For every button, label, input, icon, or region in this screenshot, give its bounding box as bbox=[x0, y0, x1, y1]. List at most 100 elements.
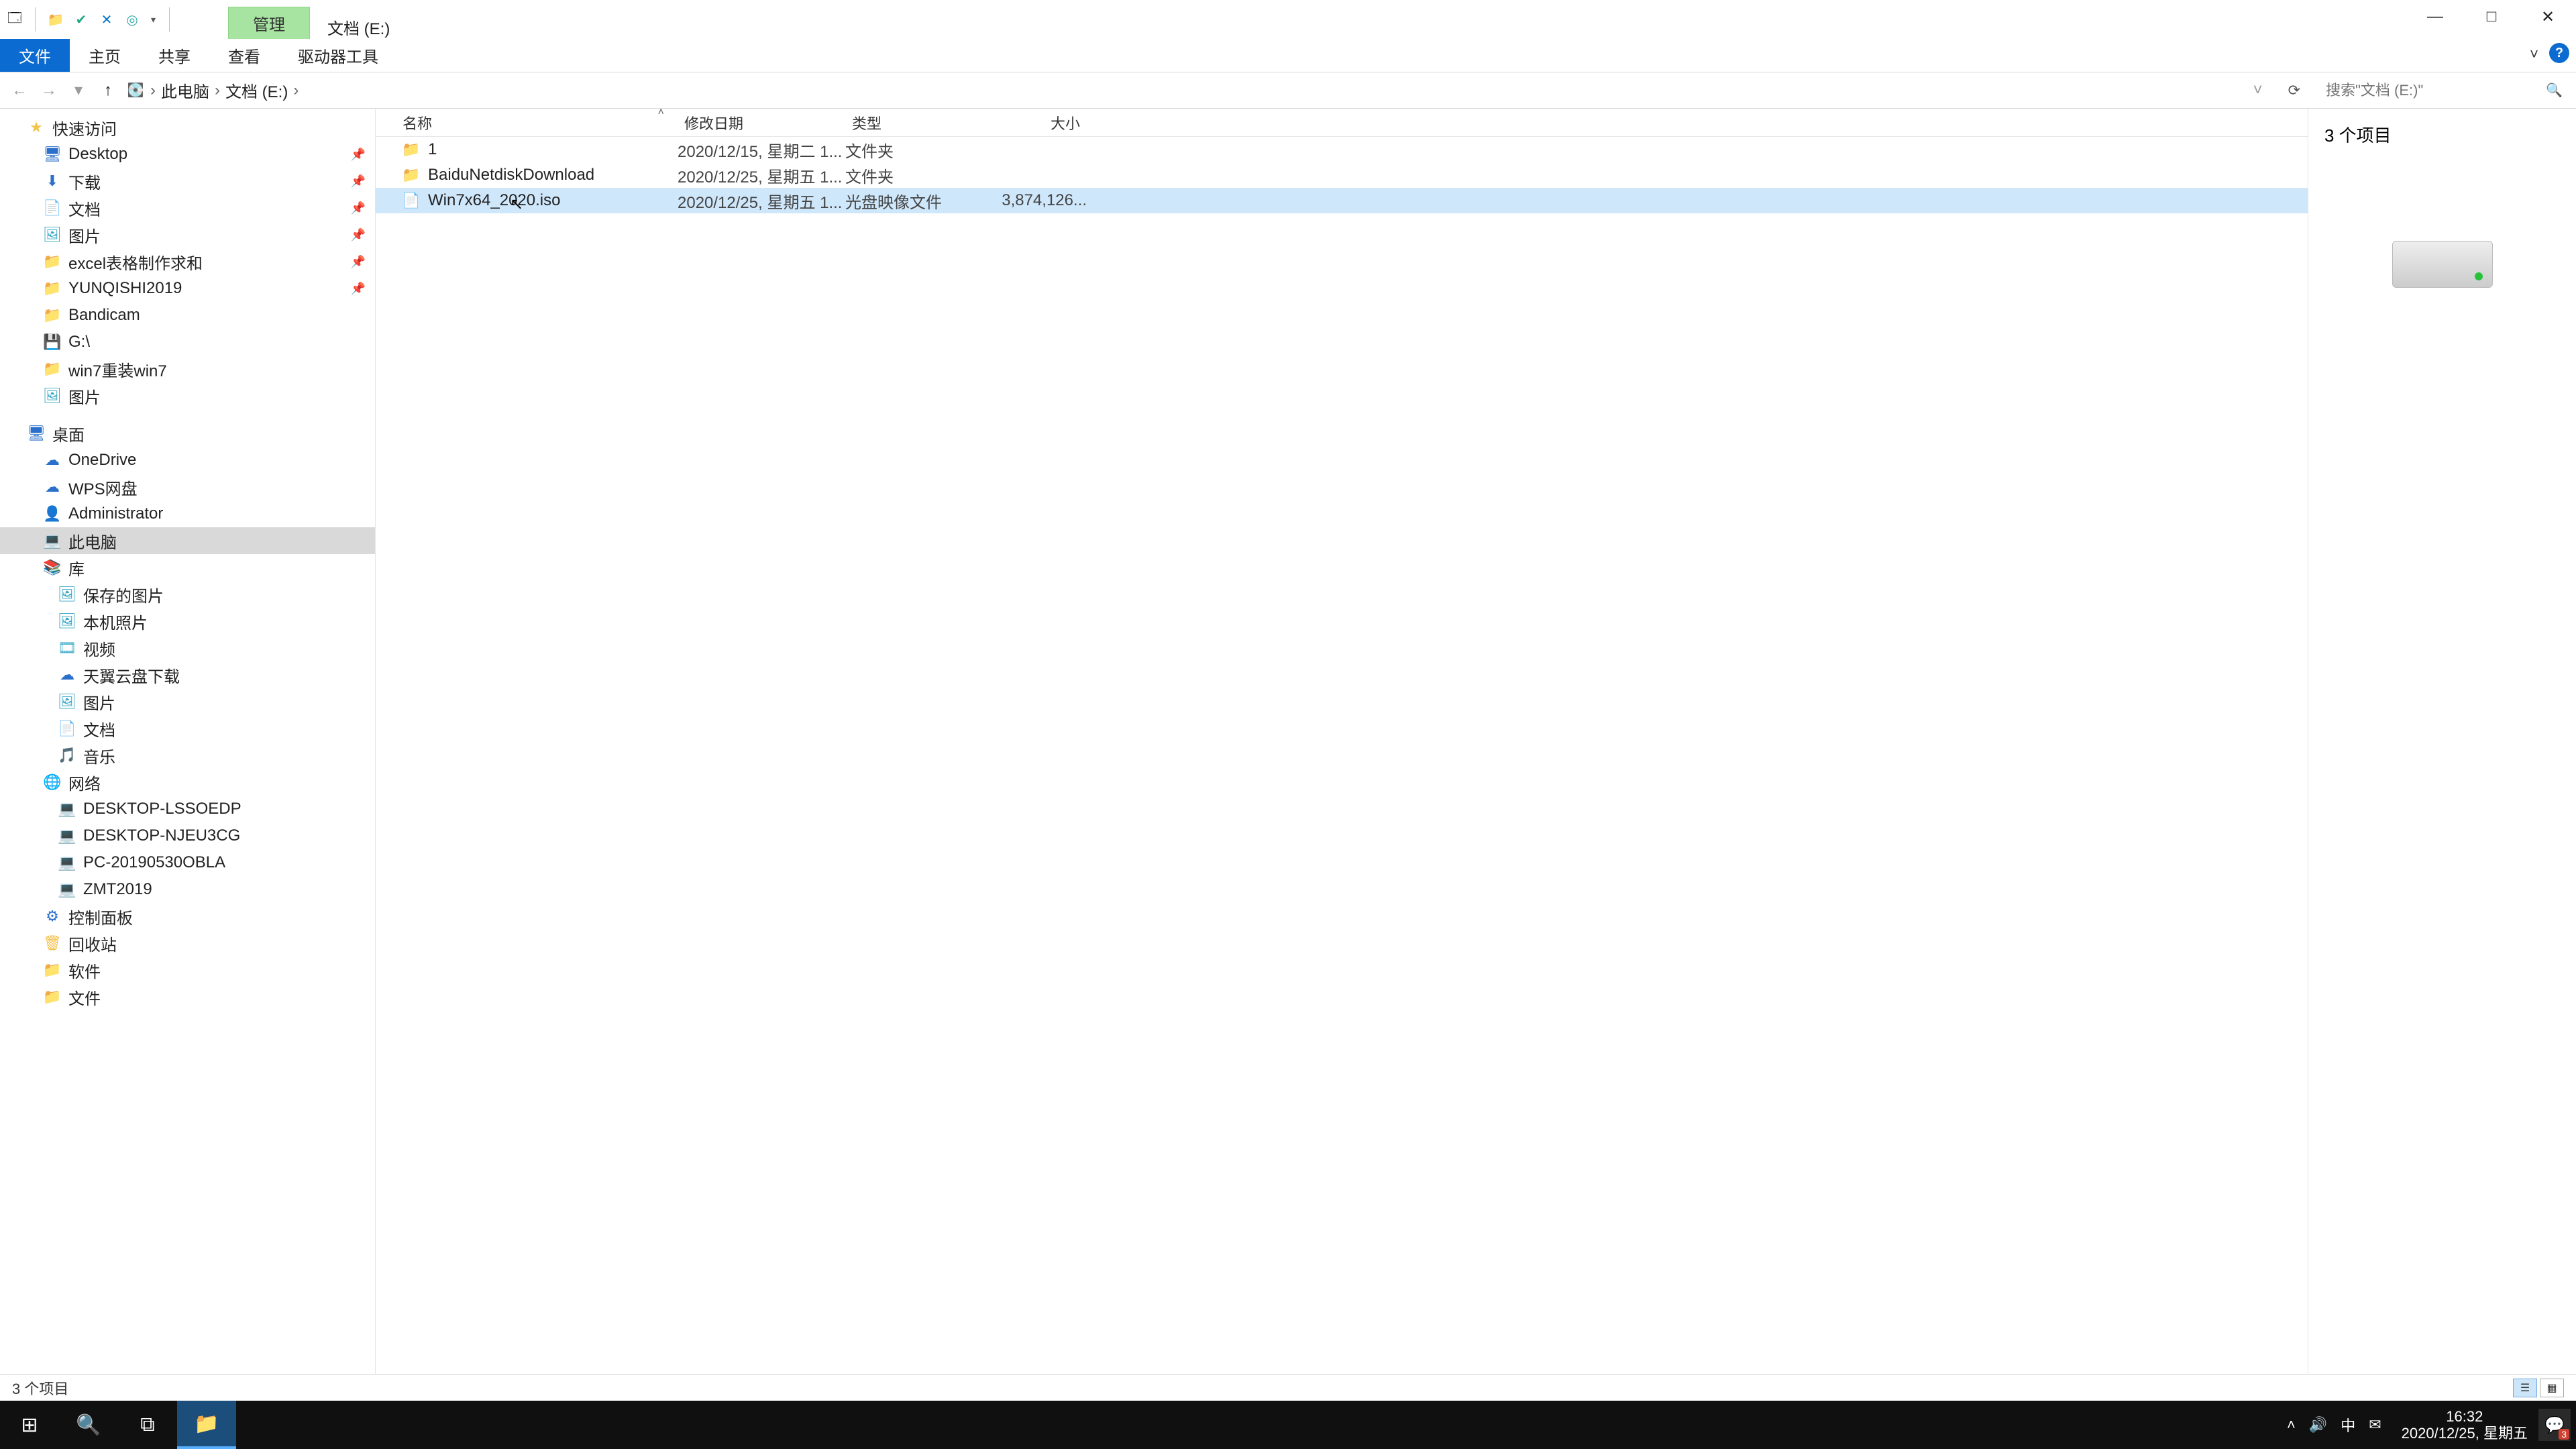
tree-item-label: excel表格制作求和 bbox=[68, 250, 203, 274]
maximize-button[interactable]: □ bbox=[2463, 0, 2520, 34]
tree-item-icon: 🖥 bbox=[27, 424, 46, 443]
forward-button[interactable]: → bbox=[38, 81, 60, 100]
history-dropdown[interactable]: ▾ bbox=[67, 80, 90, 100]
navigation-tree[interactable]: ★快速访问🖥Desktop📌⬇下载📌📄文档📌🖼图片📌📁excel表格制作求和📌📁… bbox=[0, 109, 376, 1374]
mail-tray-icon[interactable]: ✉ bbox=[2369, 1416, 2381, 1434]
tree-item[interactable]: 🎵音乐 bbox=[0, 742, 375, 769]
close-button[interactable]: ✕ bbox=[2520, 0, 2576, 34]
title-context-tabs: 管理 文档 (E:) bbox=[228, 0, 407, 39]
tree-item[interactable]: ⚙控制面板 bbox=[0, 903, 375, 930]
tree-item[interactable]: 📁文件 bbox=[0, 983, 375, 1010]
tree-item[interactable]: 🖼保存的图片 bbox=[0, 581, 375, 608]
tree-item[interactable]: 📁 win7重装win7 bbox=[0, 356, 375, 382]
task-view-button[interactable]: ⧉ bbox=[118, 1401, 177, 1449]
tab-drive-tools[interactable]: 驱动器工具 bbox=[279, 39, 397, 72]
file-name: 1 bbox=[428, 140, 437, 159]
tab-share[interactable]: 共享 bbox=[140, 39, 209, 72]
tree-item[interactable]: 🎞视频 bbox=[0, 635, 375, 661]
tree-item-label: win7重装win7 bbox=[68, 358, 167, 381]
pin-icon: 📌 bbox=[351, 174, 366, 189]
tree-item[interactable]: 🖥桌面 bbox=[0, 420, 375, 447]
tree-item-icon: 🖼 bbox=[43, 225, 62, 244]
check-icon[interactable]: ✔ bbox=[72, 10, 91, 29]
qat-dropdown[interactable]: ▾ bbox=[148, 14, 158, 25]
tree-item[interactable]: 🖼本机照片 bbox=[0, 608, 375, 635]
tray-overflow-icon[interactable]: ˄ bbox=[2287, 1416, 2296, 1434]
tree-item[interactable]: 📚库 bbox=[0, 554, 375, 581]
file-type: 文件夹 bbox=[845, 164, 979, 187]
tree-item[interactable]: ★快速访问 bbox=[0, 114, 375, 141]
ime-indicator[interactable]: 中 bbox=[2341, 1414, 2355, 1436]
tab-home[interactable]: 主页 bbox=[70, 39, 140, 72]
tree-item[interactable]: 💻DESKTOP-NJEU3CG bbox=[0, 822, 375, 849]
tree-item[interactable]: 📁excel表格制作求和📌 bbox=[0, 248, 375, 275]
back-button[interactable]: ← bbox=[8, 81, 31, 100]
search-input[interactable] bbox=[2319, 77, 2534, 104]
address-dropdown[interactable]: ˅ bbox=[2247, 81, 2269, 100]
tree-item[interactable]: 💻ZMT2019 bbox=[0, 876, 375, 903]
refresh-button[interactable]: ⟳ bbox=[2276, 82, 2312, 99]
tab-view[interactable]: 查看 bbox=[209, 39, 279, 72]
breadcrumb-sep[interactable]: › bbox=[150, 81, 156, 100]
tree-item[interactable]: ☁OneDrive bbox=[0, 447, 375, 474]
column-type[interactable]: 类型 bbox=[845, 112, 979, 133]
minimize-button[interactable]: — bbox=[2407, 0, 2463, 34]
column-name[interactable]: 名称 ˄ bbox=[376, 112, 678, 133]
tree-item[interactable]: 💻PC-20190530OBLA bbox=[0, 849, 375, 876]
search-icon[interactable]: 🔍 bbox=[2540, 82, 2568, 99]
tree-item[interactable]: ☁ 天翼云盘下载 bbox=[0, 661, 375, 688]
tree-item[interactable]: ⬇下载📌 bbox=[0, 168, 375, 195]
taskbar-explorer-button[interactable]: 📁 bbox=[177, 1401, 236, 1449]
qat-command[interactable]: ✕ bbox=[97, 10, 116, 29]
tree-item[interactable]: 💻DESKTOP-LSSOEDP bbox=[0, 796, 375, 822]
volume-icon[interactable]: 🔊 bbox=[2309, 1416, 2327, 1434]
tree-item[interactable]: ☁WPS网盘 bbox=[0, 474, 375, 500]
help-icon[interactable]: ? bbox=[2549, 43, 2569, 63]
file-row[interactable]: 📁BaiduNetdiskDownload2020/12/25, 星期五 1..… bbox=[376, 162, 2308, 188]
tree-item[interactable]: 🖼图片 bbox=[0, 382, 375, 409]
view-icons-button[interactable]: ▦ bbox=[2540, 1379, 2564, 1397]
ribbon-collapse-chevron-icon[interactable]: ˅ bbox=[2530, 46, 2538, 63]
column-size[interactable]: 大小 bbox=[979, 112, 1087, 133]
file-row[interactable]: 📄Win7x64_2020.iso2020/12/25, 星期五 1...光盘映… bbox=[376, 188, 2308, 213]
file-row[interactable]: 📁12020/12/15, 星期二 1...文件夹 bbox=[376, 137, 2308, 162]
tree-item-icon: 📁 bbox=[43, 360, 62, 378]
taskbar-clock[interactable]: 16:32 2020/12/25, 星期五 bbox=[2391, 1408, 2538, 1442]
tree-item[interactable]: 🌐网络 bbox=[0, 769, 375, 796]
tree-item[interactable]: 🗑回收站 bbox=[0, 930, 375, 957]
tree-item-icon: 📁 bbox=[43, 961, 62, 979]
tree-item[interactable]: 📁软件 bbox=[0, 957, 375, 983]
tree-item-label: 天翼云盘下载 bbox=[83, 663, 180, 687]
file-date: 2020/12/25, 星期五 1... bbox=[678, 189, 845, 213]
up-button[interactable]: ↑ bbox=[97, 81, 119, 100]
breadcrumb-this-pc[interactable]: 此电脑 bbox=[161, 78, 209, 102]
address-bar[interactable]: 💽 › 此电脑 › 文档 (E:) › bbox=[126, 78, 304, 102]
breadcrumb-sep[interactable]: › bbox=[293, 81, 299, 100]
window-controls: — □ ✕ bbox=[2407, 0, 2576, 34]
pin-icon: 📌 bbox=[351, 282, 366, 296]
tree-item[interactable]: 📁Bandicam bbox=[0, 302, 375, 329]
tree-item[interactable]: 🖼图片 bbox=[0, 688, 375, 715]
breadcrumb-location[interactable]: 文档 (E:) bbox=[225, 78, 288, 102]
action-center-button[interactable]: 💬 3 bbox=[2538, 1409, 2571, 1441]
tree-item[interactable]: 🖥Desktop📌 bbox=[0, 141, 375, 168]
taskbar-search-button[interactable]: 🔍 bbox=[59, 1401, 118, 1449]
contextual-tab-manage[interactable]: 管理 bbox=[228, 7, 310, 39]
tree-item[interactable]: 💾G:\ bbox=[0, 329, 375, 356]
folder-icon[interactable]: 📁 bbox=[46, 10, 65, 29]
qat-command-2[interactable]: ◎ bbox=[123, 10, 142, 29]
tab-file[interactable]: 文件 bbox=[0, 39, 70, 72]
tree-item[interactable]: 📁YUNQISHI2019📌 bbox=[0, 275, 375, 302]
tree-item[interactable]: 📄文档📌 bbox=[0, 195, 375, 221]
breadcrumb-sep[interactable]: › bbox=[215, 81, 220, 100]
notification-badge: 3 bbox=[2559, 1429, 2569, 1440]
column-date[interactable]: 修改日期 bbox=[678, 112, 845, 133]
tree-item[interactable]: 🖼图片📌 bbox=[0, 221, 375, 248]
start-button[interactable]: ⊞ bbox=[0, 1401, 59, 1449]
tree-item[interactable]: 👤Administrator bbox=[0, 500, 375, 527]
tree-item[interactable]: 📄文档 bbox=[0, 715, 375, 742]
tree-item-icon: ☁ bbox=[58, 665, 76, 684]
view-details-button[interactable]: ☰ bbox=[2513, 1379, 2537, 1397]
tree-item-label: 图片 bbox=[68, 384, 101, 408]
tree-item[interactable]: 💻此电脑 bbox=[0, 527, 375, 554]
